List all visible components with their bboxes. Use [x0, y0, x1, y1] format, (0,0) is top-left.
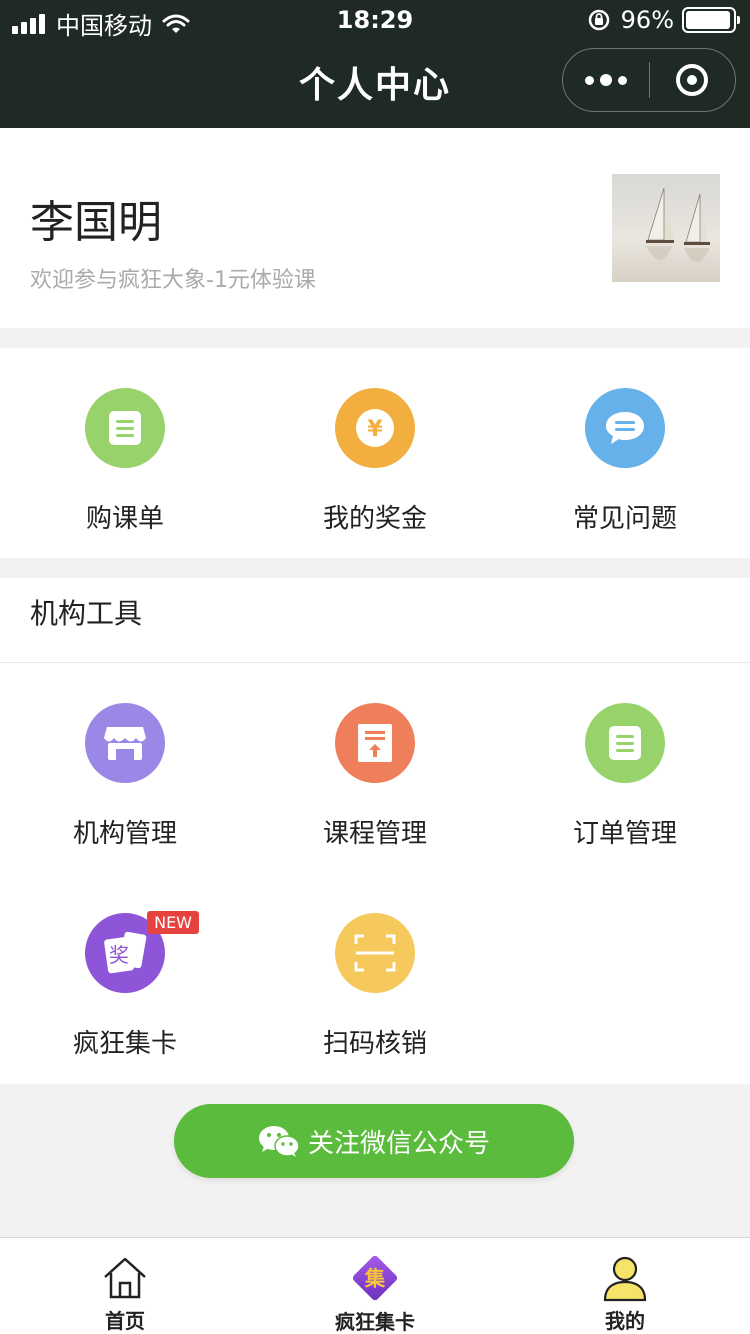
new-badge: NEW [147, 911, 199, 934]
more-dots-icon [584, 75, 594, 85]
tool-label: 机构管理 [72, 819, 177, 849]
avatar[interactable] [612, 174, 720, 282]
org-tools-section: 机构工具 机构管理 课程管理 订单管理 奖 NEW 疯狂集卡 扫码核销 [0, 578, 750, 1084]
tool-org-management[interactable]: 机构管理 [0, 663, 250, 873]
mini-program-capsule [562, 48, 736, 112]
target-icon [676, 64, 709, 96]
tab-label: 首页 [105, 1309, 145, 1333]
tab-bar: 首页 集 疯狂集卡 我的 [0, 1237, 750, 1334]
list-icon [85, 388, 165, 468]
tools-row: 奖 NEW 疯狂集卡 扫码核销 [0, 873, 750, 1083]
tools-row: 机构管理 课程管理 订单管理 [0, 663, 750, 873]
empty-cell [500, 873, 750, 1083]
quick-item-label: 常见问题 [572, 504, 677, 534]
section-title: 机构工具 [0, 578, 750, 663]
quick-item-faq[interactable]: 常见问题 [500, 348, 750, 558]
quick-item-label: 我的奖金 [322, 504, 427, 534]
tool-course-management[interactable]: 课程管理 [250, 663, 500, 873]
yen-icon: ¥ [335, 388, 415, 468]
follow-button-label: 关注微信公众号 [307, 1128, 490, 1159]
tool-order-management[interactable]: 订单管理 [500, 663, 750, 873]
home-icon [99, 1252, 151, 1303]
status-bar: 中国移动 18:29 96% [0, 0, 750, 40]
quick-item-label: 购课单 [85, 504, 164, 534]
tool-label: 订单管理 [572, 819, 677, 849]
tool-scan-verify[interactable]: 扫码核销 [250, 873, 500, 1083]
card-icon: 奖 NEW [85, 911, 199, 993]
tool-label: 疯狂集卡 [72, 1029, 177, 1059]
quick-item-bonus[interactable]: ¥ 我的奖金 [250, 348, 500, 558]
battery-icon [682, 7, 740, 33]
tab-label: 疯狂集卡 [335, 1310, 415, 1334]
tab-mine[interactable]: 我的 [500, 1238, 750, 1334]
list-icon [585, 703, 665, 783]
scan-icon [335, 913, 415, 993]
tab-home[interactable]: 首页 [0, 1238, 250, 1334]
chat-icon [585, 388, 665, 468]
tool-label: 扫码核销 [322, 1029, 427, 1059]
status-right: 96% [587, 6, 740, 34]
user-name: 李国明 [30, 197, 162, 248]
battery-percent: 96% [620, 6, 674, 34]
sailboat-avatar-image [612, 174, 720, 282]
svg-text:¥: ¥ [367, 417, 383, 442]
svg-text:奖: 奖 [109, 943, 129, 967]
quick-item-cart[interactable]: 购课单 [0, 348, 250, 558]
quick-actions: 购课单 ¥ 我的奖金 常见问题 [0, 348, 750, 558]
top-bar: 中国移动 18:29 96% 个人中心 [0, 0, 750, 128]
rotation-lock-icon [588, 9, 609, 31]
welcome-text: 欢迎参与疯狂大象-1元体验课 [30, 268, 316, 293]
profile-card: 李国明 欢迎参与疯狂大象-1元体验课 [0, 128, 750, 328]
collect-card-icon: 集 [349, 1252, 401, 1304]
tab-label: 我的 [605, 1309, 645, 1333]
close-mini-program-button[interactable] [650, 48, 736, 112]
wechat-icon [258, 1126, 300, 1157]
user-icon [599, 1252, 651, 1303]
tool-label: 课程管理 [322, 819, 427, 849]
follow-official-account-button[interactable]: 关注微信公众号 [174, 1104, 574, 1178]
tab-crazy-cards[interactable]: 集 疯狂集卡 [250, 1238, 500, 1334]
more-button[interactable] [563, 48, 649, 112]
upload-doc-icon [335, 703, 415, 783]
store-icon [85, 703, 165, 783]
svg-text:集: 集 [364, 1266, 386, 1290]
tool-crazy-cards[interactable]: 奖 NEW 疯狂集卡 [0, 873, 250, 1083]
